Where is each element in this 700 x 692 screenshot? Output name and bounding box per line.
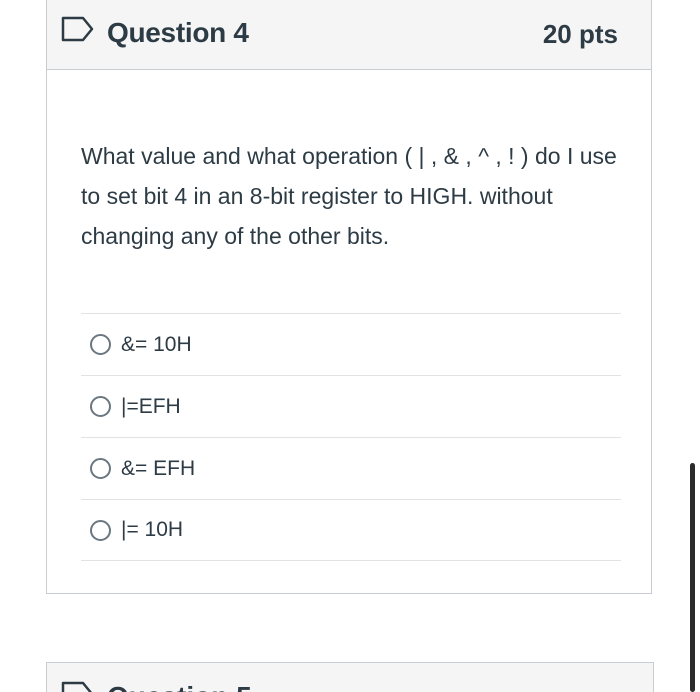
radio-unselected-icon[interactable] (90, 519, 111, 541)
next-question-card: Question 5 (46, 662, 654, 692)
quiz-page: Question 4 20 pts What value and what op… (0, 0, 700, 692)
next-question-title: Question 5 (107, 681, 252, 692)
answer-label: |=EFH (121, 394, 181, 418)
question-text: What value and what operation ( | , & , … (81, 143, 617, 249)
flag-question-icon[interactable] (61, 681, 95, 692)
answer-list: &= 10H |=EFH &= EFH |= 10H (81, 313, 621, 561)
question-title: Question 4 (107, 17, 249, 48)
radio-unselected-icon[interactable] (90, 458, 111, 479)
radio-unselected-icon[interactable] (90, 396, 111, 417)
radio-unselected-icon[interactable] (90, 334, 111, 355)
answer-label: &= 10H (121, 332, 192, 356)
answer-label: &= EFH (121, 456, 196, 480)
answer-option-1[interactable]: &= 10H (81, 313, 621, 375)
flag-question-icon[interactable] (61, 16, 95, 42)
question-points: 20 pts (542, 19, 618, 49)
answer-option-4[interactable]: |= 10H (81, 499, 621, 561)
scrollbar[interactable] (690, 463, 695, 692)
question-card: Question 4 20 pts What value and what op… (46, 0, 652, 594)
answer-option-3[interactable]: &= EFH (81, 437, 621, 499)
answer-option-2[interactable]: |=EFH (81, 375, 621, 437)
answer-label: |= 10H (121, 518, 184, 541)
question-header: Question 4 20 pts (47, 0, 651, 70)
